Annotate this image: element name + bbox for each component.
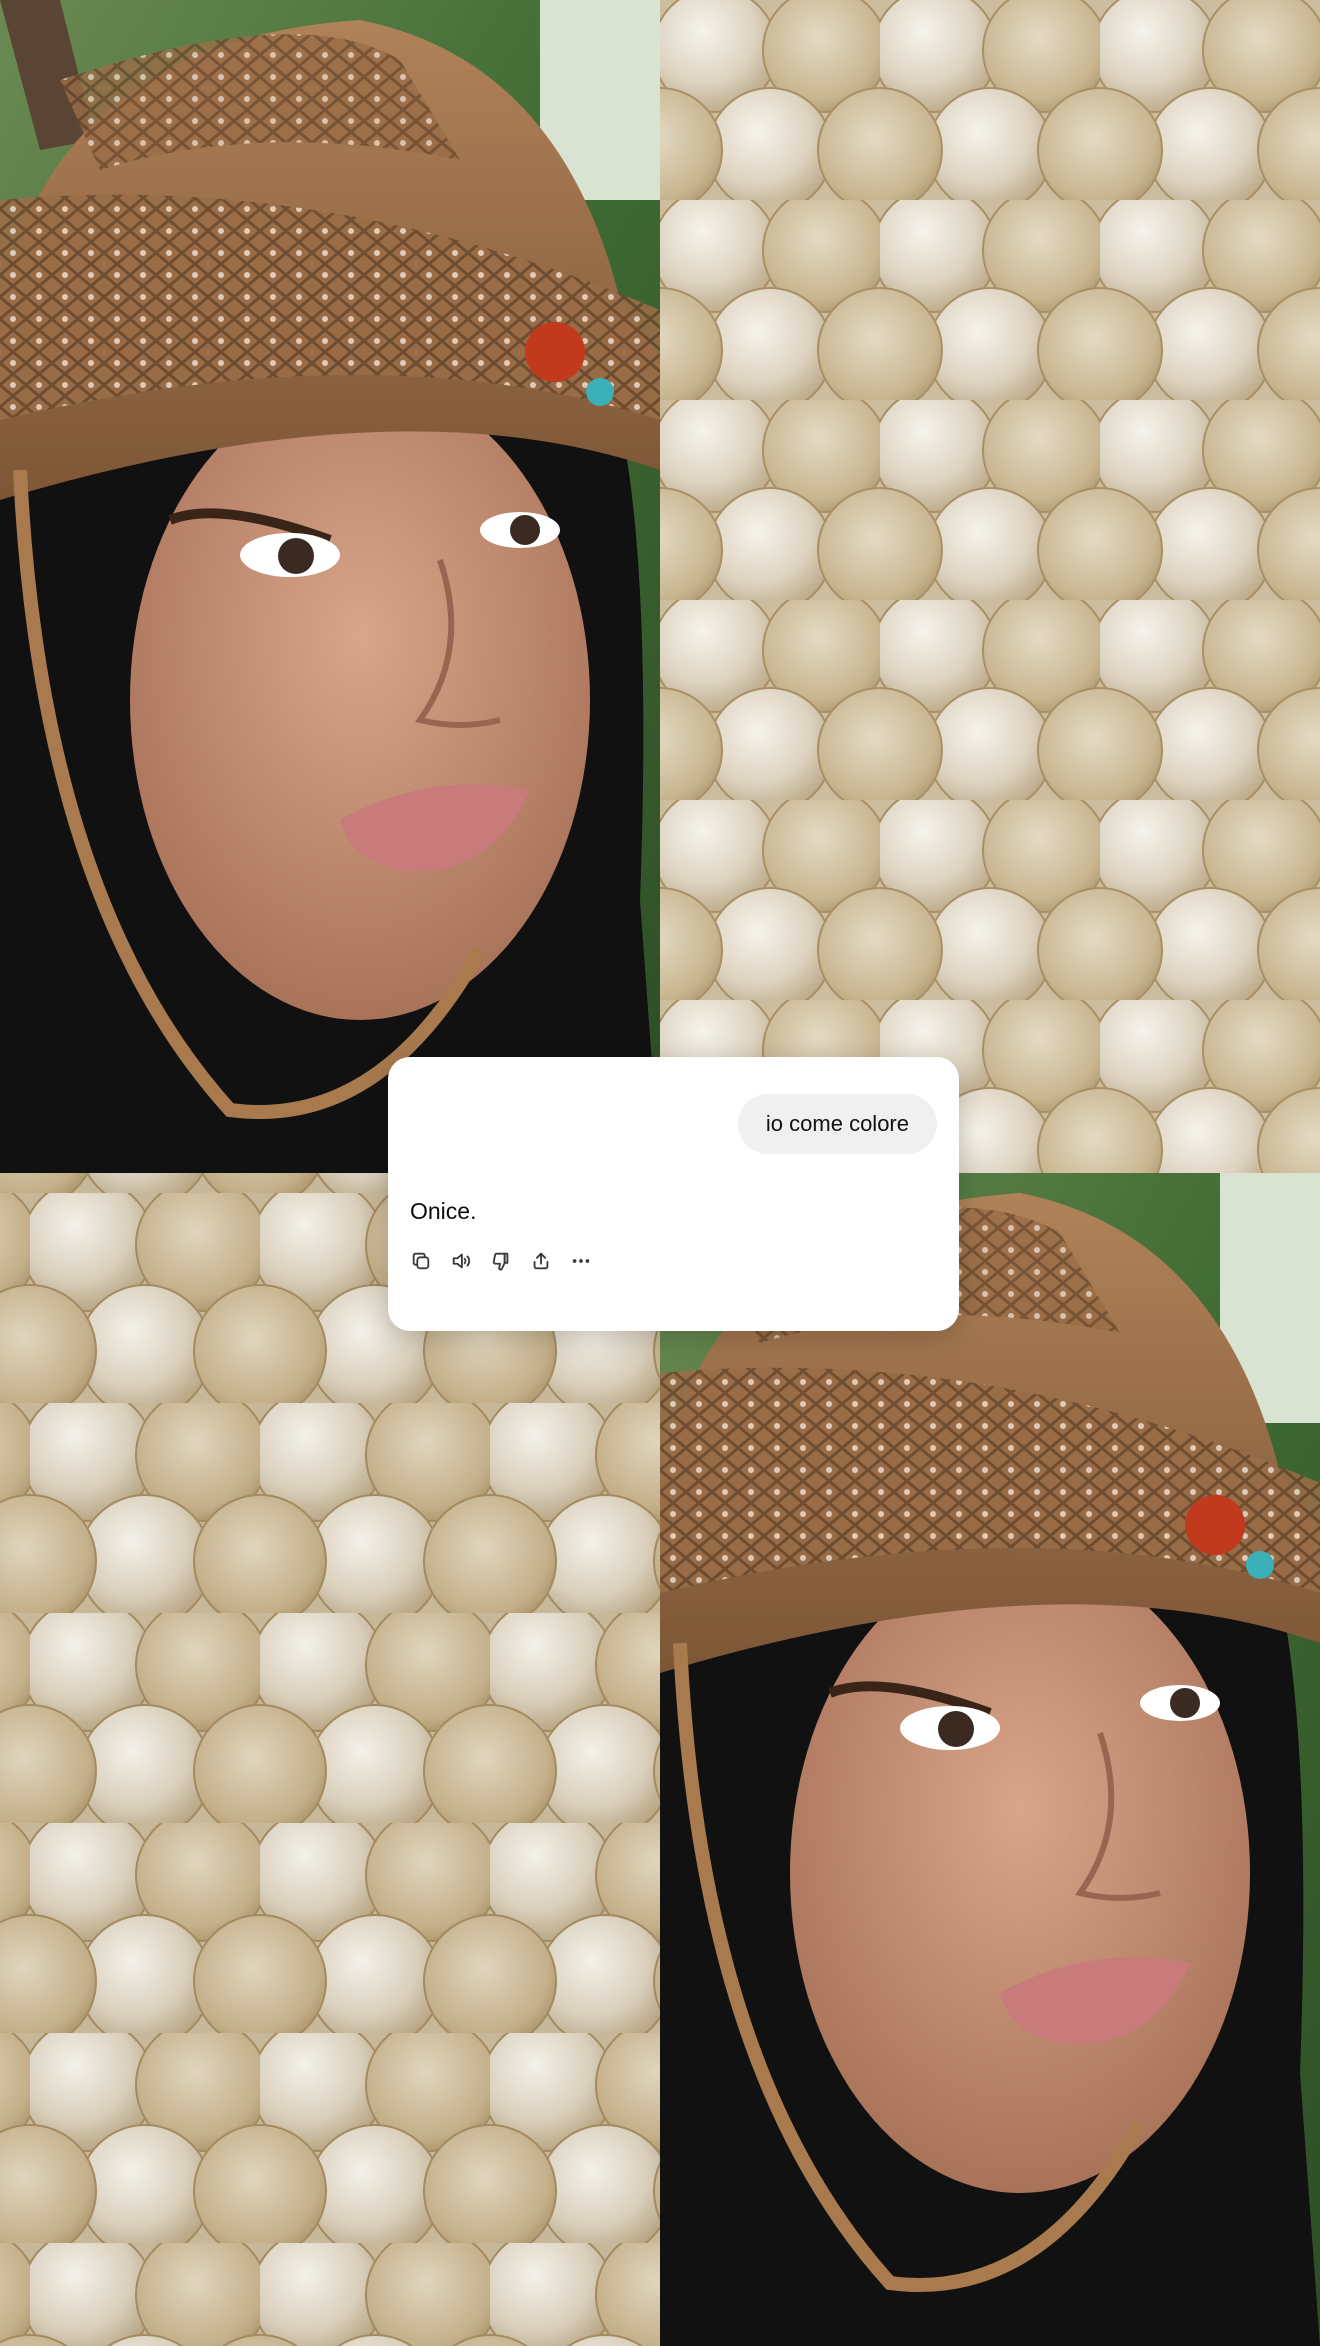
share-icon: [533, 1252, 549, 1270]
user-message-text: io come colore: [765, 1111, 909, 1136]
thumbs-down-icon: [492, 1252, 509, 1271]
shell-texture-bottom-left: [0, 1173, 660, 2346]
copy-icon: [412, 1252, 430, 1270]
chat-card: io come colore Onice.: [388, 1057, 959, 1331]
portrait-photo-top-left: [0, 0, 660, 1173]
shell-texture-top-right: [660, 0, 1320, 1173]
portrait-photo-bottom-right: [660, 1173, 1320, 2346]
share-button[interactable]: [528, 1248, 554, 1274]
read-aloud-button[interactable]: [448, 1248, 474, 1274]
user-message-bubble: io come colore: [737, 1094, 937, 1154]
copy-button[interactable]: [408, 1248, 434, 1274]
speaker-icon: [452, 1253, 471, 1269]
more-button[interactable]: [568, 1248, 594, 1274]
bad-response-button[interactable]: [488, 1248, 514, 1274]
assistant-reply-text: Onice.: [410, 1198, 477, 1224]
more-icon: [572, 1259, 590, 1263]
response-actions: [408, 1248, 594, 1274]
